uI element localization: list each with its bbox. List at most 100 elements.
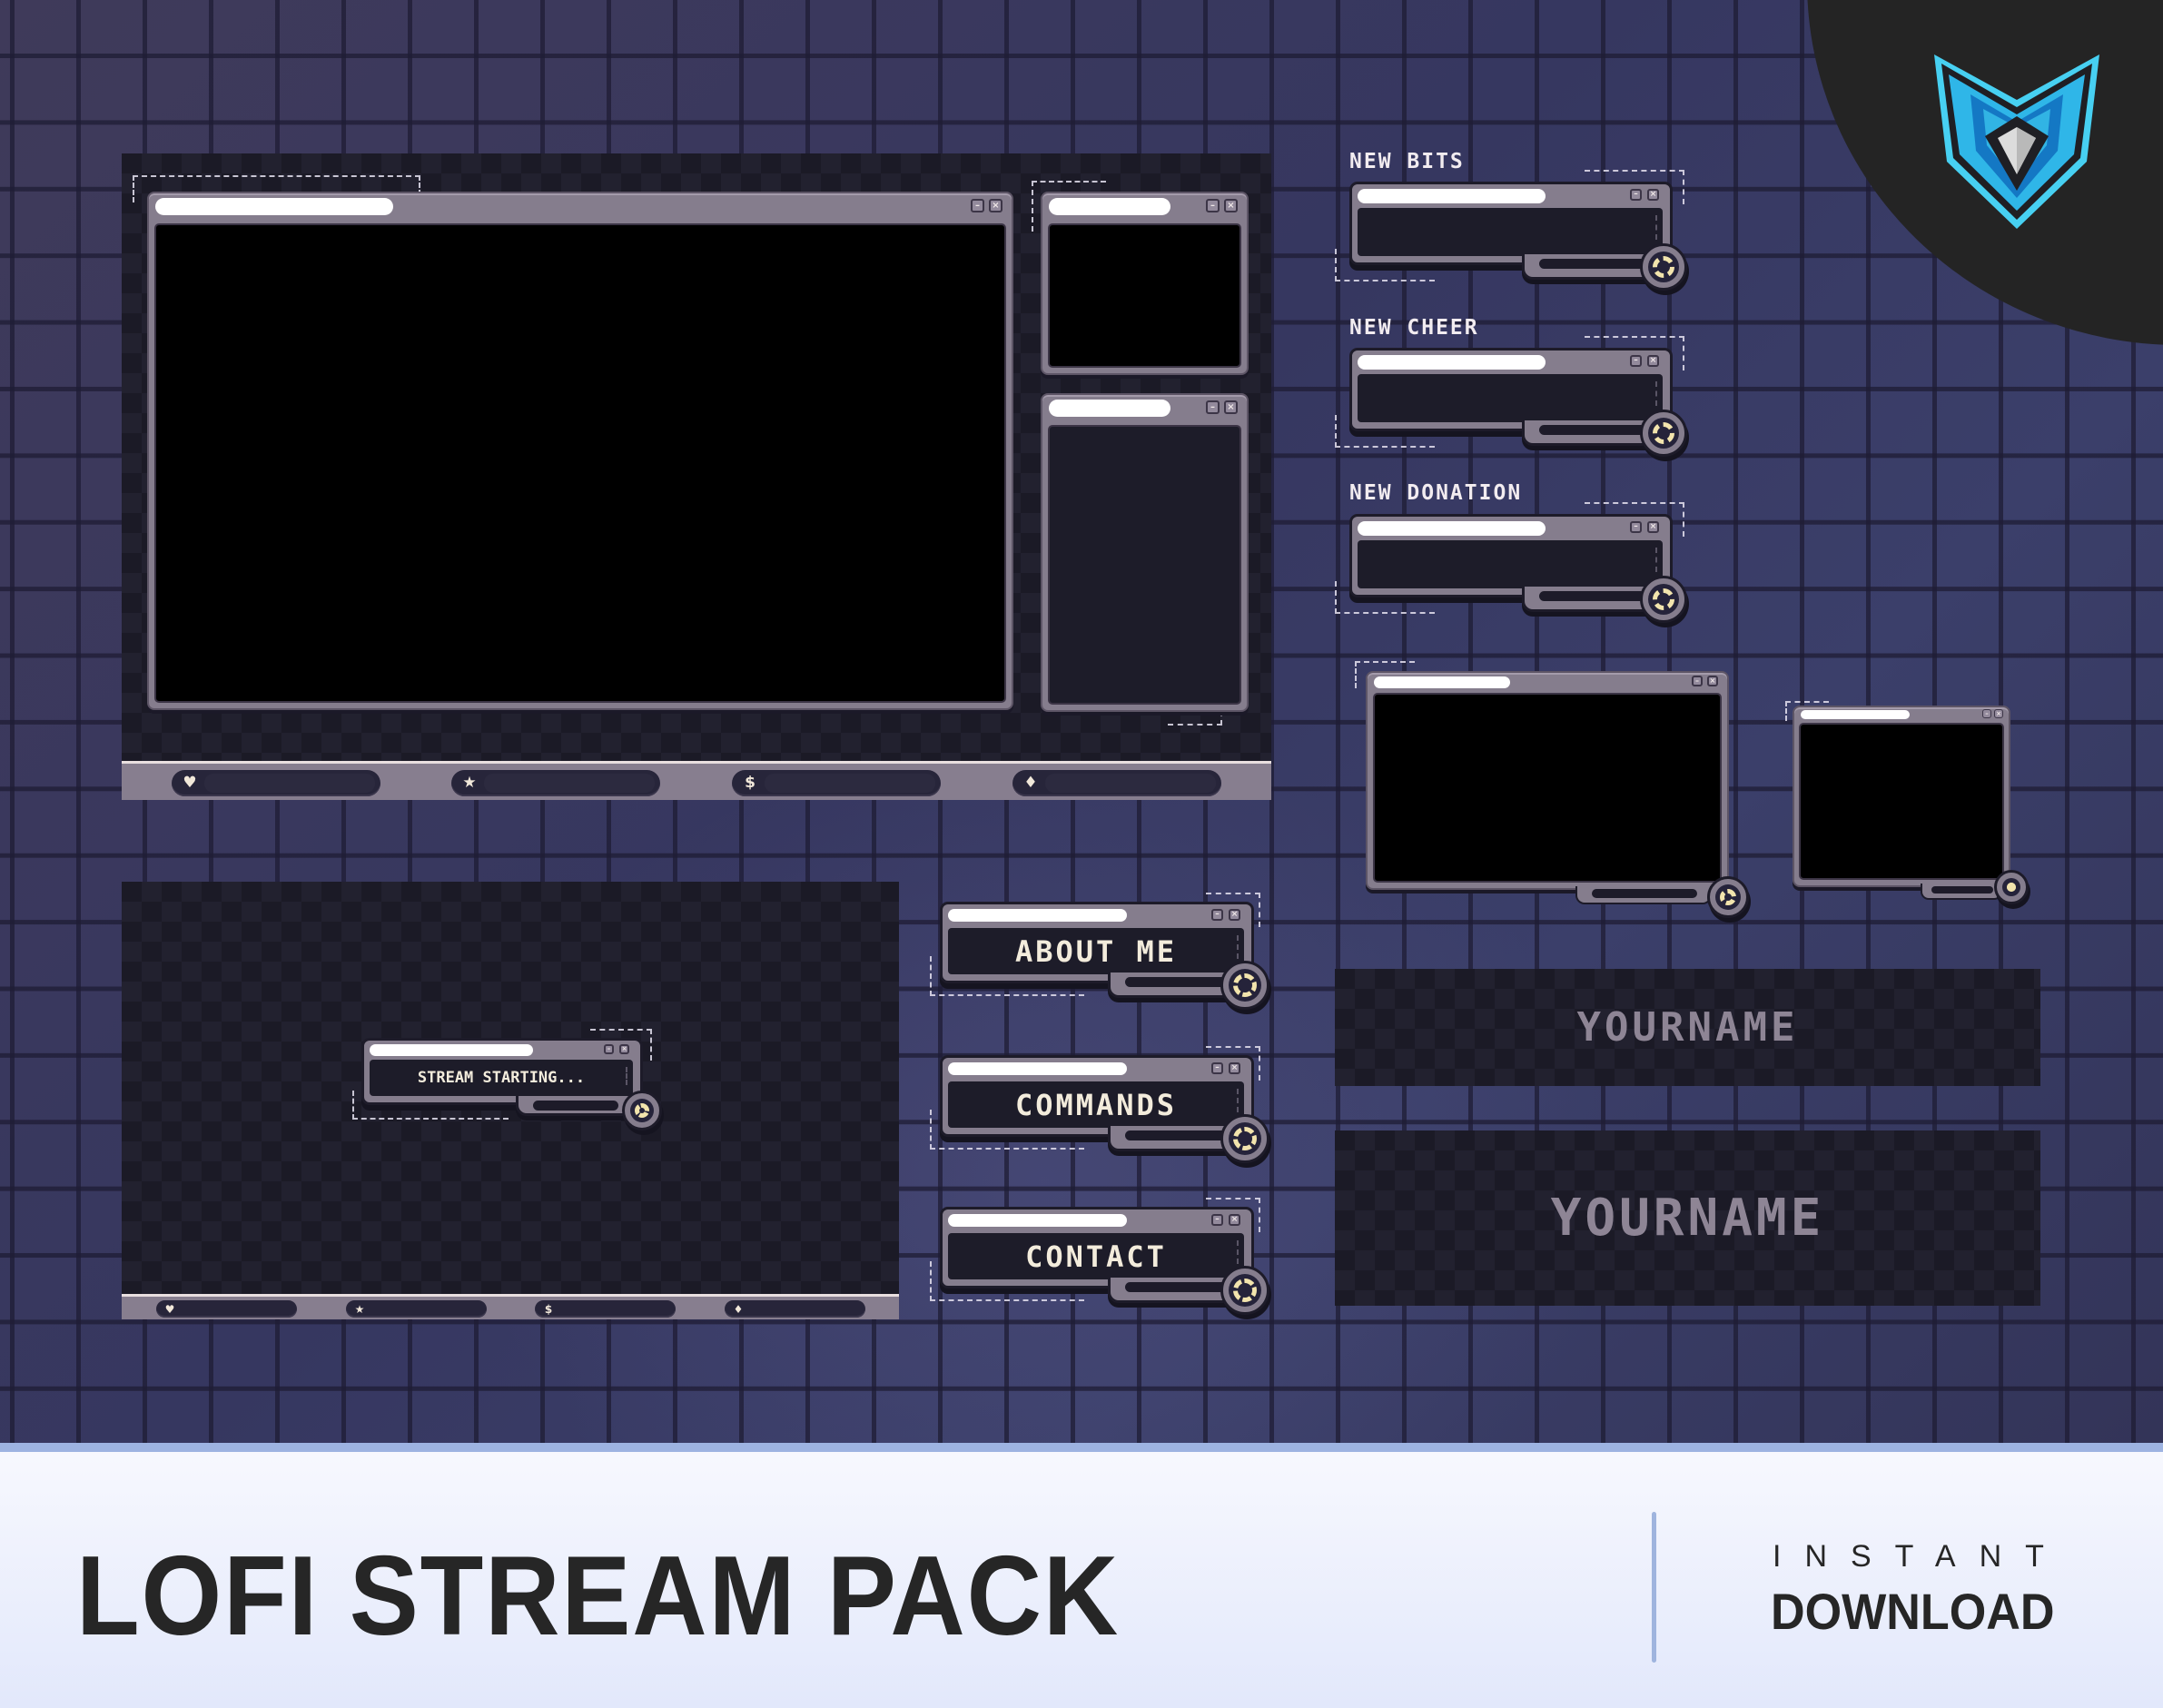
alert-content xyxy=(1358,208,1663,256)
product-title: LOFI STREAM PACK xyxy=(76,1534,1121,1659)
star-icon: ★ xyxy=(462,774,477,792)
loading-dial-icon xyxy=(1640,410,1687,457)
close-button[interactable]: × xyxy=(1229,1062,1240,1074)
close-button[interactable]: × xyxy=(1229,909,1240,921)
minimize-button[interactable]: – xyxy=(1211,1214,1223,1226)
minimize-button[interactable]: – xyxy=(1211,909,1223,921)
alert-label-cheer: NEW CHEER xyxy=(1349,316,1479,340)
chat-window: – × xyxy=(1041,393,1249,712)
webcam-frame-small: – × xyxy=(1793,706,2010,887)
alert-bits: – × xyxy=(1335,170,1687,291)
webcam-window: – × xyxy=(1041,192,1249,375)
stat-pill-subscribers: ★ xyxy=(451,770,660,796)
loading-dial-icon xyxy=(1707,876,1749,918)
alert-content xyxy=(1358,374,1663,422)
heart-icon: ♥ xyxy=(183,774,197,792)
product-footer: LOFI STREAM PACK INSTANT DOWNLOAD xyxy=(0,1443,2163,1708)
stat-bar: ♥ ★ $ ♦ xyxy=(122,761,1271,800)
minimize-button[interactable]: – xyxy=(1630,355,1642,367)
stat-pill-subscribers: ★ xyxy=(346,1300,487,1318)
stream-starting-text: STREAM STARTING... xyxy=(370,1060,633,1096)
alert-cheer: – × xyxy=(1335,336,1687,457)
panel-label: ABOUT ME xyxy=(948,928,1244,974)
close-button[interactable]: × xyxy=(1229,1214,1240,1226)
main-overlay-panel: – × – × – × ♥ ★ $ ♦ xyxy=(122,153,1271,800)
diamond-icon: ♦ xyxy=(733,1303,744,1316)
diamond-icon: ♦ xyxy=(1023,774,1038,792)
download-label: DOWNLOAD xyxy=(1771,1583,2055,1640)
close-button[interactable]: × xyxy=(619,1044,629,1054)
minimize-button[interactable]: – xyxy=(1982,709,1991,718)
loading-dial-icon xyxy=(1220,961,1269,1010)
loading-dial-icon xyxy=(1220,1266,1269,1315)
title-bar-pill xyxy=(1049,400,1170,417)
title-bar-pill xyxy=(1358,189,1546,203)
stat-bar: ♥ ★ $ ♦ xyxy=(122,1294,899,1319)
loading-dial-icon xyxy=(1994,870,2029,904)
webcam-area xyxy=(1799,723,2004,880)
close-button[interactable]: × xyxy=(1647,521,1659,533)
loading-dial-icon xyxy=(1640,576,1687,623)
webcam-area xyxy=(1373,693,1722,883)
footer-divider xyxy=(1652,1512,1656,1663)
title-bar-pill xyxy=(948,1214,1127,1227)
close-button[interactable]: × xyxy=(1647,355,1659,367)
heart-icon: ♥ xyxy=(164,1303,175,1316)
title-bar-pill xyxy=(1358,521,1546,536)
panel-commands[interactable]: – × COMMANDS xyxy=(930,1046,1269,1163)
close-button[interactable]: × xyxy=(1224,400,1238,414)
close-button[interactable]: × xyxy=(1224,199,1238,212)
title-bar-pill xyxy=(1049,198,1170,215)
cam-bottom-tab xyxy=(1921,884,2002,900)
webcam-frame-large: – × xyxy=(1366,671,1729,890)
brand-logo-icon xyxy=(1934,54,2099,229)
minimize-button[interactable]: – xyxy=(1692,676,1703,686)
stat-pill-donations: $ xyxy=(732,770,941,796)
title-bar-pill xyxy=(1374,676,1510,688)
title-bar-pill xyxy=(1801,710,1910,719)
minimize-button[interactable]: – xyxy=(604,1044,614,1054)
close-button[interactable]: × xyxy=(1707,676,1718,686)
loading-dial-icon xyxy=(1220,1114,1269,1163)
dollar-icon: $ xyxy=(544,1303,553,1316)
name-banner-large: YOURNAME xyxy=(1335,1130,2040,1306)
game-capture-area xyxy=(154,223,1006,703)
title-bar-pill xyxy=(1358,355,1546,370)
close-button[interactable]: × xyxy=(1994,709,2003,718)
starting-screen-panel: – × STREAM STARTING... ♥ ★ $ ♦ xyxy=(122,882,899,1319)
loading-dial-icon xyxy=(622,1091,662,1130)
chat-area xyxy=(1048,425,1241,705)
minimize-button[interactable]: – xyxy=(1206,199,1220,212)
cam-bottom-tab xyxy=(1575,886,1712,904)
title-bar-pill xyxy=(948,1062,1127,1075)
star-icon: ★ xyxy=(354,1303,365,1316)
title-bar-pill xyxy=(370,1044,533,1056)
panel-label: CONTACT xyxy=(948,1233,1244,1279)
title-bar-pill xyxy=(155,198,393,215)
panel-contact[interactable]: – × CONTACT xyxy=(930,1198,1269,1315)
instant-label: INSTANT xyxy=(1773,1539,2068,1574)
main-game-window: – × xyxy=(147,192,1013,710)
name-banner-small: YOURNAME xyxy=(1335,969,2040,1086)
close-button[interactable]: × xyxy=(989,199,1002,212)
alert-label-bits: NEW BITS xyxy=(1349,150,1465,173)
stream-starting-widget: – × STREAM STARTING... xyxy=(352,1029,662,1130)
alert-label-donation: NEW DONATION xyxy=(1349,481,1523,505)
panel-label: COMMANDS xyxy=(948,1081,1244,1128)
alert-donation: – × xyxy=(1335,502,1687,623)
stat-pill-donations: $ xyxy=(535,1300,676,1318)
stat-pill-followers: ♥ xyxy=(156,1300,297,1318)
showcase-canvas: – × – × – × ♥ ★ $ ♦ NEW BITS – × NEW CHE… xyxy=(0,0,2163,1443)
webcam-area xyxy=(1048,223,1241,368)
minimize-button[interactable]: – xyxy=(1206,400,1220,414)
stat-pill-bits: ♦ xyxy=(725,1300,865,1318)
minimize-button[interactable]: – xyxy=(1630,521,1642,533)
loading-dial-icon xyxy=(1640,243,1687,291)
minimize-button[interactable]: – xyxy=(1630,189,1642,201)
title-bar-pill xyxy=(948,909,1127,922)
panel-about-me[interactable]: – × ABOUT ME xyxy=(930,893,1269,1010)
stat-pill-bits: ♦ xyxy=(1012,770,1221,796)
close-button[interactable]: × xyxy=(1647,189,1659,201)
minimize-button[interactable]: – xyxy=(971,199,984,212)
minimize-button[interactable]: – xyxy=(1211,1062,1223,1074)
